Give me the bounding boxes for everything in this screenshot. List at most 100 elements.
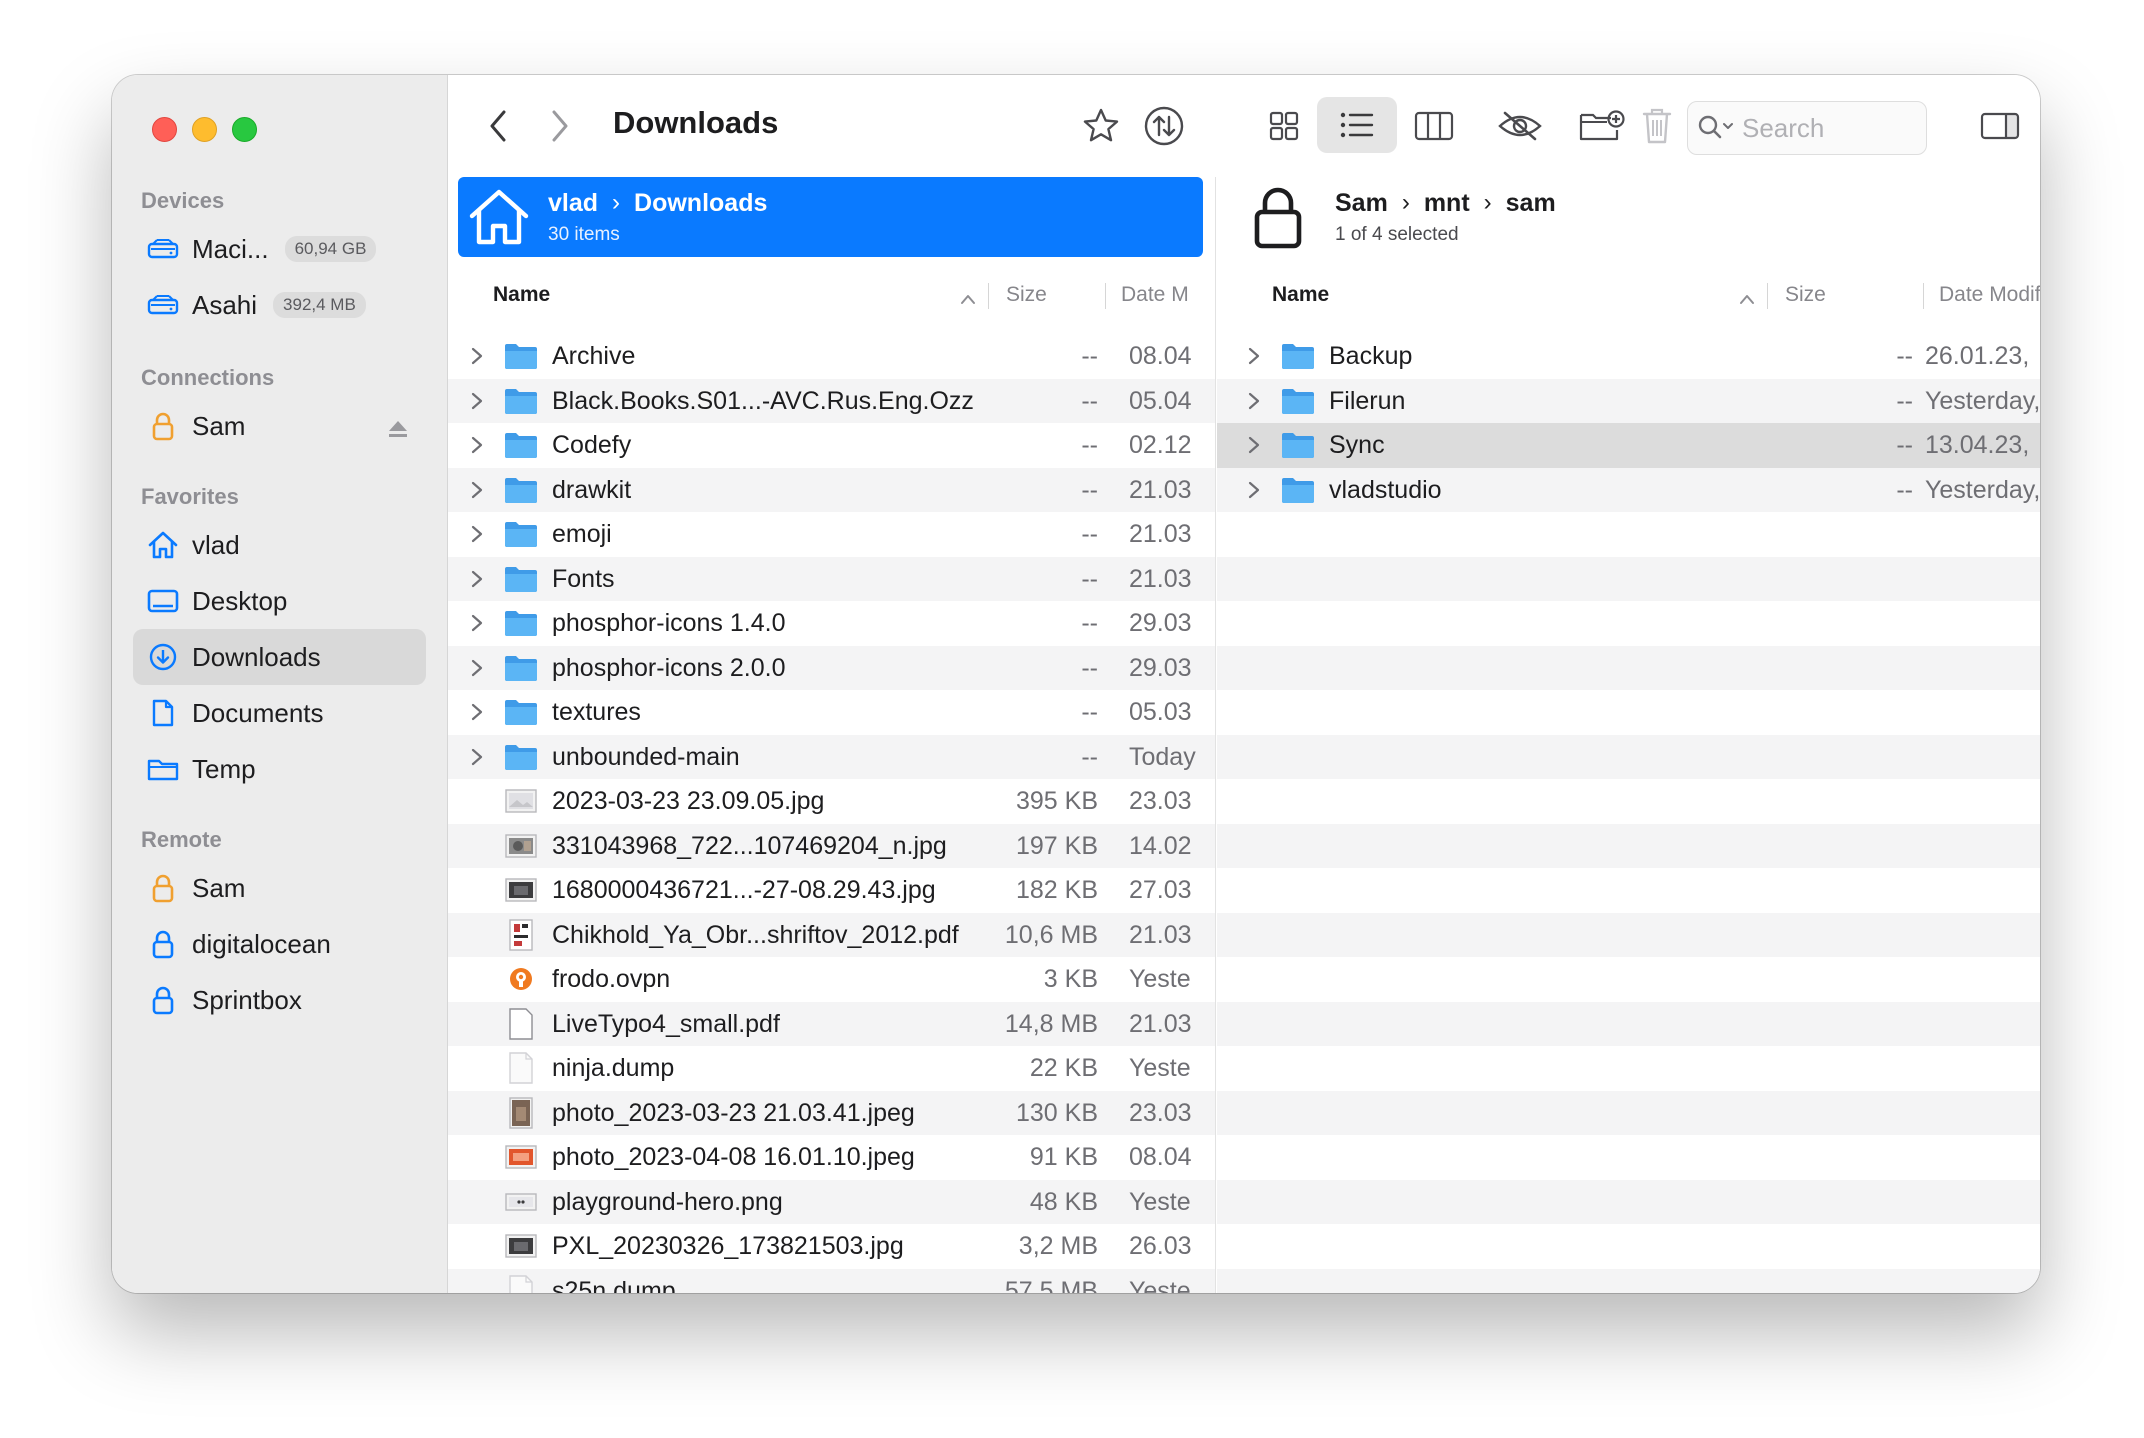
column-header-date[interactable]: Date Modifi xyxy=(1939,283,2040,307)
disclosure-chevron-icon[interactable] xyxy=(470,468,490,513)
folder-row[interactable]: textures -- 05.03 xyxy=(448,690,1215,735)
file-name: vladstudio xyxy=(1329,475,1442,504)
disclosure-chevron-icon[interactable] xyxy=(470,512,490,557)
breadcrumb-item[interactable]: Downloads xyxy=(634,189,767,218)
folder-row[interactable]: Black.Books.S01...-AVC.Rus.Eng.Ozz -- 05.0… xyxy=(448,378,1215,424)
disclosure-chevron-icon[interactable] xyxy=(470,646,490,691)
sidebar-item-sam-remote[interactable]: Sam xyxy=(112,860,447,916)
window-controls xyxy=(152,117,257,142)
folder-row[interactable]: emoji -- 21.03 xyxy=(448,512,1215,557)
folder-row[interactable]: phosphor-icons 1.4.0 -- 29.03 xyxy=(448,601,1215,646)
close-window-button[interactable] xyxy=(152,117,177,142)
file-row[interactable]: 2023-03-23 23.09.05.jpg 395 KB 23.03 xyxy=(448,779,1215,824)
sidebar-item-sprintbox[interactable]: Sprintbox xyxy=(112,972,447,1028)
column-divider[interactable] xyxy=(988,283,989,309)
folder-row[interactable]: Archive -- 08.04 xyxy=(448,334,1215,379)
file-size: 3 KB xyxy=(1043,965,1098,993)
file-row[interactable]: ninja.dump 22 KB Yeste xyxy=(448,1046,1215,1091)
disclosure-chevron-icon[interactable] xyxy=(470,423,490,468)
forward-button[interactable] xyxy=(540,101,580,151)
zoom-window-button[interactable] xyxy=(232,117,257,142)
back-button[interactable] xyxy=(478,101,518,151)
disclosure-chevron-icon[interactable] xyxy=(1247,379,1267,424)
disclosure-chevron-icon[interactable] xyxy=(1247,423,1267,468)
breadcrumb-item[interactable]: Sam xyxy=(1335,189,1388,218)
disclosure-chevron-icon[interactable] xyxy=(470,690,490,735)
sidebar-item-downloads[interactable]: Downloads xyxy=(133,629,426,685)
folder-row[interactable]: vladstudio -- Yesterday, xyxy=(1217,467,2040,513)
empty-row xyxy=(1217,1179,2040,1224)
sidebar-item-vlad[interactable]: vlad xyxy=(112,517,447,573)
search-input[interactable] xyxy=(1742,112,1902,144)
column-header-size[interactable]: Size xyxy=(1006,283,1047,307)
breadcrumb-item[interactable]: sam xyxy=(1506,189,1556,218)
file-row[interactable]: 1680000436721...-27-08.29.43.jpg 182 KB 27… xyxy=(448,868,1215,913)
column-divider[interactable] xyxy=(1767,283,1768,309)
sidebar-item-asahi[interactable]: Asahi 392,4 MB xyxy=(112,277,447,333)
file-row[interactable]: PXL_20230326_173821503.jpg 3,2 MB 26.03 xyxy=(448,1224,1215,1269)
toggle-hidden-files-button[interactable] xyxy=(1490,101,1550,151)
file-row[interactable]: photo_2023-04-08 16.01.10.jpeg 91 KB 08.04 xyxy=(448,1135,1215,1180)
left-pane[interactable]: vlad › Downloads 30 items Name Size Date… xyxy=(448,177,1216,1293)
folder-row[interactable]: Fonts -- 21.03 xyxy=(448,556,1215,602)
view-list-button[interactable] xyxy=(1317,97,1397,153)
empty-row xyxy=(1217,512,2040,557)
folder-icon xyxy=(1281,379,1315,424)
disclosure-chevron-icon[interactable] xyxy=(470,557,490,602)
file-size: 197 KB xyxy=(1015,831,1098,860)
folder-row[interactable]: Filerun -- Yesterday, xyxy=(1217,378,2040,424)
file-row[interactable]: Chikhold_Ya_Obr...shriftov_2012.pdf 10,6 … xyxy=(448,912,1215,957)
folder-row[interactable]: Sync -- 13.04.23, xyxy=(1217,423,2040,468)
new-folder-button[interactable] xyxy=(1574,101,1630,151)
sidebar-item-sam-connection[interactable]: Sam xyxy=(112,398,447,454)
view-grid-button[interactable] xyxy=(1256,101,1312,151)
disclosure-chevron-icon[interactable] xyxy=(1247,468,1267,513)
folder-row[interactable]: Backup -- 26.01.23, xyxy=(1217,334,2040,379)
disclosure-chevron-icon[interactable] xyxy=(470,601,490,646)
view-columns-button[interactable] xyxy=(1406,101,1462,151)
column-header-name[interactable]: Name xyxy=(1272,283,1329,307)
sidebar-item-digitalocean[interactable]: digitalocean xyxy=(112,916,447,972)
folder-row[interactable]: drawkit -- 21.03 xyxy=(448,467,1215,513)
trash-button[interactable] xyxy=(1634,101,1680,151)
file-row[interactable]: 331043968_722...107469204_n.jpg 197 KB 14.… xyxy=(448,823,1215,868)
empty-row xyxy=(1217,734,2040,779)
lock-icon xyxy=(146,409,180,443)
search-field[interactable] xyxy=(1687,101,1927,155)
disclosure-chevron-icon[interactable] xyxy=(1247,334,1267,379)
disclosure-chevron-icon[interactable] xyxy=(470,379,490,424)
folder-row[interactable]: Codefy -- 02.12 xyxy=(448,423,1215,468)
folder-icon xyxy=(504,468,538,513)
column-divider[interactable] xyxy=(1105,283,1106,309)
column-header-date[interactable]: Date M xyxy=(1121,283,1215,307)
eject-icon[interactable] xyxy=(387,415,409,446)
sort-button[interactable] xyxy=(1138,101,1190,151)
file-date: 21.03 xyxy=(1129,564,1192,593)
sidebar-item-desktop[interactable]: Desktop xyxy=(112,573,447,629)
capacity-badge: 60,94 GB xyxy=(284,236,377,262)
disclosure-chevron-icon[interactable] xyxy=(470,735,490,780)
toggle-inspector-button[interactable] xyxy=(1975,101,2025,151)
empty-row xyxy=(1217,1090,2040,1135)
folder-row[interactable]: phosphor-icons 2.0.0 -- 29.03 xyxy=(448,645,1215,691)
breadcrumb-item[interactable]: mnt xyxy=(1424,189,1470,218)
minimize-window-button[interactable] xyxy=(192,117,217,142)
favorite-button[interactable] xyxy=(1076,101,1126,151)
file-row[interactable]: photo_2023-03-23 21.03.41.jpeg 130 KB 23.0… xyxy=(448,1090,1215,1135)
column-divider[interactable] xyxy=(1923,283,1924,309)
empty-row xyxy=(1217,645,2040,690)
sidebar-item-temp[interactable]: Temp xyxy=(112,741,447,797)
file-row[interactable]: frodo.ovpn 3 KB Yeste xyxy=(448,957,1215,1002)
column-header-size[interactable]: Size xyxy=(1785,283,1826,307)
file-row[interactable]: LiveTypo4_small.pdf 14,8 MB 21.03 xyxy=(448,1001,1215,1046)
folder-row[interactable]: unbounded-main -- Today xyxy=(448,734,1215,780)
file-row[interactable]: s25n.dump 57,5 MB Yeste xyxy=(448,1268,1215,1293)
empty-row xyxy=(1217,868,2040,913)
file-row[interactable]: playground-hero.png 48 KB Yeste xyxy=(448,1179,1215,1224)
breadcrumb-item[interactable]: vlad xyxy=(548,189,598,218)
sidebar-item-macintosh[interactable]: Maci... 60,94 GB xyxy=(112,221,447,277)
right-pane[interactable]: Sam › mnt › sam 1 of 4 selected Name Siz… xyxy=(1217,177,2040,1293)
column-header-name[interactable]: Name xyxy=(493,283,550,307)
disclosure-chevron-icon[interactable] xyxy=(470,334,490,379)
sidebar-item-documents[interactable]: Documents xyxy=(112,685,447,741)
